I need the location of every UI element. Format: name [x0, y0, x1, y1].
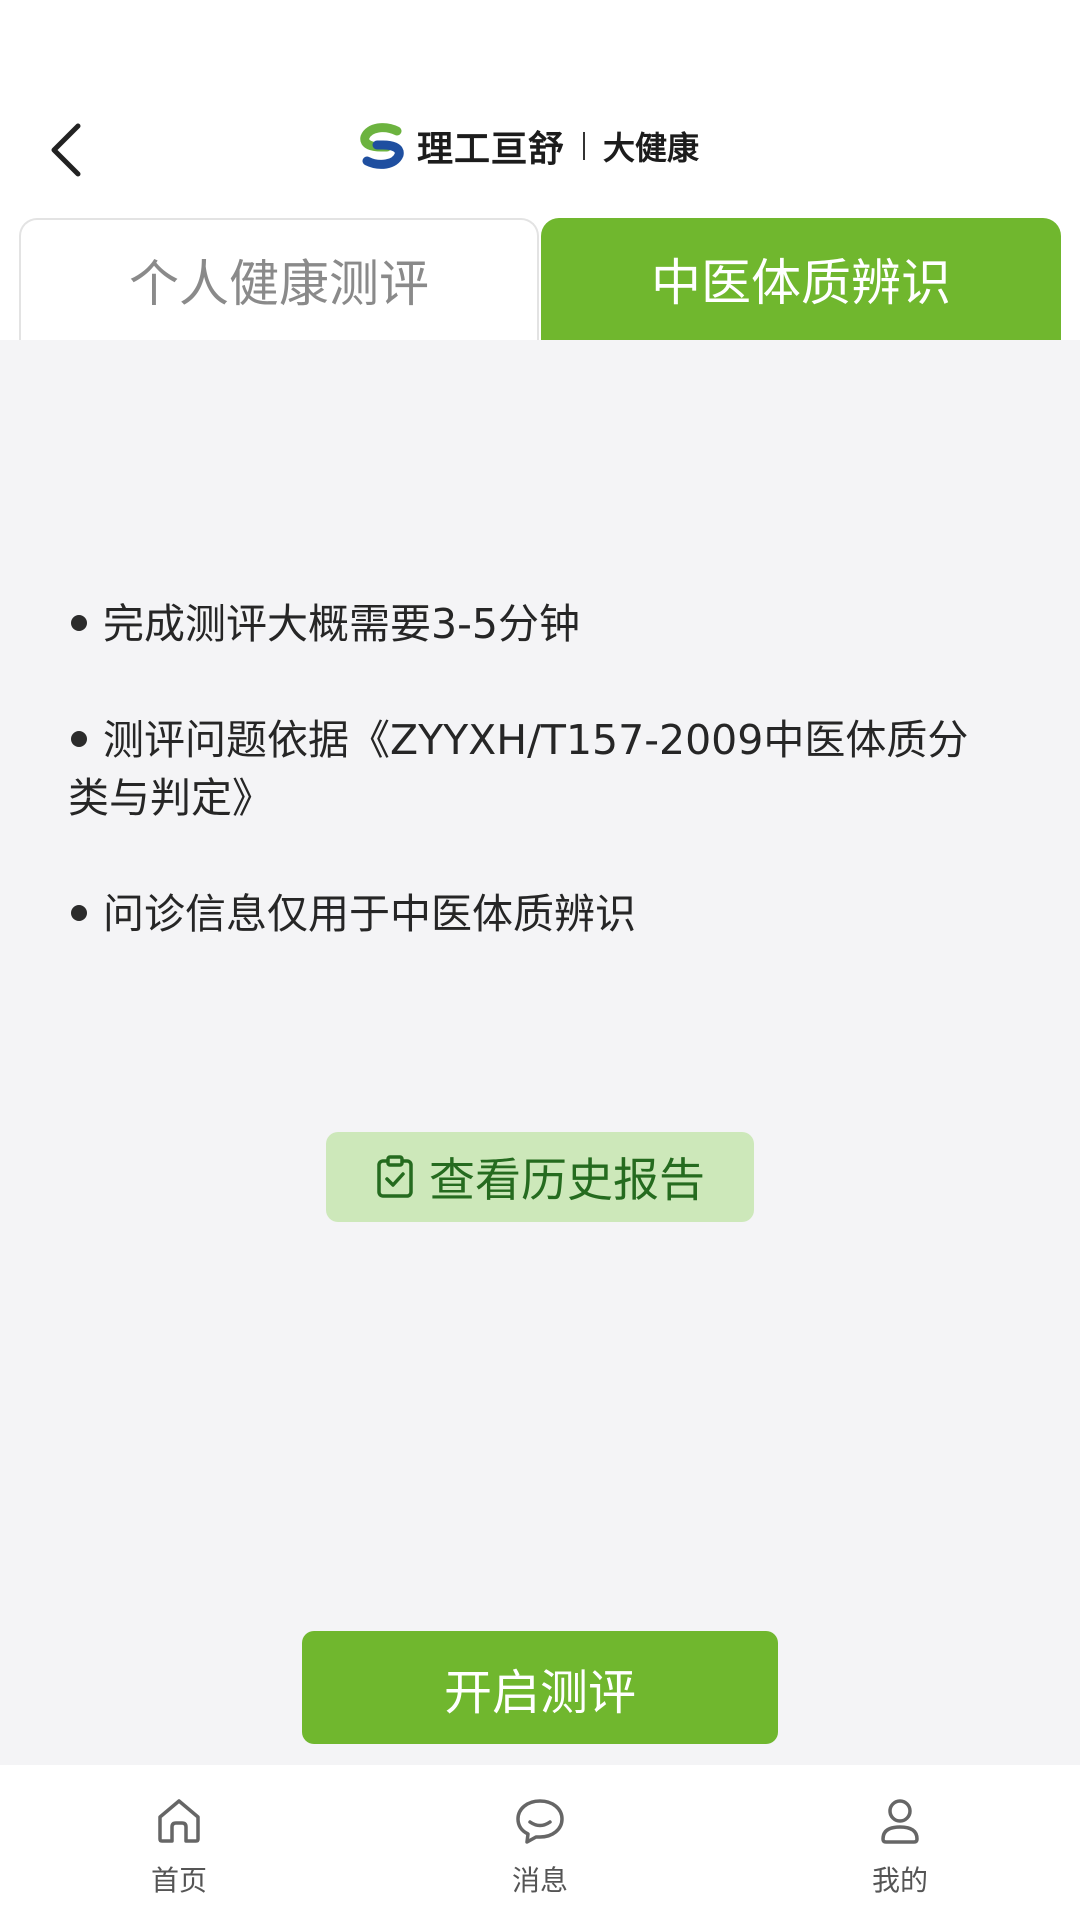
start-assessment-button[interactable]: 开启测评: [302, 1631, 778, 1744]
chevron-left-icon: [51, 123, 81, 177]
view-history-report-button[interactable]: 查看历史报告: [326, 1132, 754, 1222]
tab-content: 完成测评大概需要3-5分钟 测评问题依据《ZYYXH/T157-2009中医体质…: [0, 340, 1080, 1765]
logo-sub-text: 大健康: [603, 129, 700, 167]
logo-brand-text: 理工亘舒: [417, 129, 566, 170]
list-item: 测评问题依据《ZYYXH/T157-2009中医体质分类与判定》: [68, 711, 1008, 827]
list-item-text: 测评问题依据《ZYYXH/T157-2009中医体质分类与判定》: [68, 716, 969, 822]
tab-tcm-constitution[interactable]: 中医体质辨识: [541, 218, 1061, 340]
nav-label-home: 首页: [150, 1864, 207, 1897]
logo-divider: [583, 132, 586, 160]
view-history-report-label: 查看历史报告: [429, 1153, 705, 1207]
assessment-tabs: 个人健康测评 中医体质辨识: [19, 218, 1061, 340]
tab-personal-health-assessment[interactable]: 个人健康测评: [19, 218, 539, 340]
nav-item-home[interactable]: 首页: [99, 1793, 259, 1899]
back-button[interactable]: [38, 110, 102, 190]
header: 理工亘舒 大健康: [0, 0, 1080, 215]
message-icon: [516, 1799, 564, 1844]
nav-label-messages: 消息: [511, 1864, 568, 1897]
bullet-dot: [71, 905, 87, 921]
list-item: 问诊信息仅用于中医体质辨识: [68, 885, 1008, 943]
bullet-dot: [71, 615, 87, 631]
list-item-text: 问诊信息仅用于中医体质辨识: [103, 890, 636, 938]
nav-item-messages[interactable]: 消息: [460, 1793, 620, 1899]
list-item: 完成测评大概需要3-5分钟: [68, 595, 1008, 653]
bottom-nav: 首页 消息 我的: [0, 1765, 1080, 1920]
bullet-dot: [71, 731, 87, 747]
info-list: 完成测评大概需要3-5分钟 测评问题依据《ZYYXH/T157-2009中医体质…: [68, 595, 1008, 1001]
nav-label-profile: 我的: [871, 1864, 928, 1897]
user-icon: [881, 1799, 919, 1844]
home-icon: [158, 1799, 200, 1843]
nav-item-profile[interactable]: 我的: [820, 1793, 980, 1899]
list-item-text: 完成测评大概需要3-5分钟: [103, 600, 580, 648]
app-logo: 理工亘舒 大健康: [357, 118, 699, 174]
clipboard-check-icon: [375, 1155, 415, 1199]
logo-mark-icon: [360, 123, 404, 169]
